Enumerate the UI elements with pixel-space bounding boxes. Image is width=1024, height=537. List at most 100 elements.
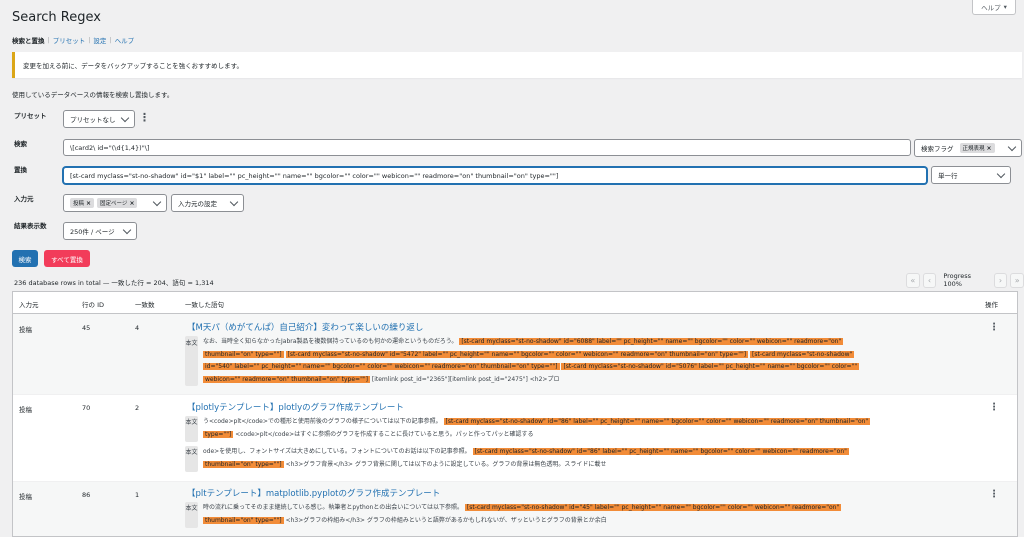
search-flags-select[interactable]: 検索フラグ 正規表現 × (914, 139, 1022, 157)
match-snippet: ode>を使用し、フォントサイズは大きめにしている。フォントについてのお話は以下… (203, 446, 983, 471)
row-match-count: 1 (135, 491, 140, 499)
match-highlight[interactable]: [st-card myclass="st-no-shadow" id="45" … (464, 504, 842, 511)
match-highlight[interactable]: thumbnail="on" type=""] (203, 460, 284, 468)
match-highlight[interactable]: [st-card myclass="st-no-shadow" id="86" … (443, 418, 871, 425)
row-id: 45 (82, 324, 91, 332)
context-text: <h3>グラフの枠組み</h3> グラフの枠組みというと語弊があるかもしれないが… (285, 516, 607, 524)
field-badge: 本文 (185, 446, 198, 472)
preset-value: プリセットなし (70, 116, 116, 124)
notice-text: 変更を加える前に、データをバックアップすることを強くおすすめします。 (23, 62, 243, 70)
match-highlight[interactable]: [st-card myclass="st-no-shadow" id="5076… (561, 363, 860, 370)
subnav-separator: | (109, 36, 112, 44)
row-actions-icon[interactable]: ⋮ (989, 322, 999, 333)
row-match-count: 2 (135, 404, 140, 412)
page-title: Search Regex (12, 10, 101, 25)
pagination: « ‹ Progress 100% › » (906, 272, 1024, 288)
match-highlight[interactable]: thumbnail="on" type=""] (203, 350, 284, 358)
row-source: 投稿 (19, 493, 32, 501)
subnav-search-replace[interactable]: 検索と置換 (12, 35, 45, 45)
chevron-down-icon (120, 113, 130, 123)
source-tag-posts[interactable]: 投稿 × (70, 198, 95, 208)
context-text: <h3>グラフ背景</h3> グラフ背景に関しては以下のように設定している。グラ… (285, 460, 607, 468)
source-select[interactable]: 投稿 × 固定ページ × (63, 194, 167, 212)
context-text: [itemlink post_id="2365"][itemlink post_… (371, 375, 560, 383)
help-tab[interactable]: ヘルプ ▾ (972, 0, 1016, 15)
last-page-icon[interactable]: » (1010, 272, 1024, 288)
search-input[interactable]: \[card2\ id="(\d{1,4})"\] (63, 139, 911, 156)
prev-page-icon[interactable]: ‹ (922, 272, 937, 288)
chevron-down-icon (1007, 142, 1017, 152)
preset-more-icon[interactable]: ⋮ (139, 111, 150, 124)
results-summary: 236 database rows in total — 一致した行 = 204… (14, 279, 214, 287)
table-header: 入力元 行の ID 一致数 一致した語句 操作 (13, 292, 1017, 314)
remove-icon[interactable]: × (129, 200, 134, 207)
row-actions-icon[interactable]: ⋮ (989, 489, 999, 500)
flag-tag-label: 正規表現 (962, 146, 985, 152)
flags-label: 検索フラグ (921, 145, 954, 153)
intro-text: 使用しているデータベースの情報を検索し置換します。 (12, 91, 174, 99)
header-matched-phrases: 一致した語句 (185, 301, 224, 309)
match-snippet: う<code>plt</code>での種形と使用前後のグラフの様子については以下… (203, 416, 983, 441)
source-settings-select[interactable]: 入力元の設定 (171, 194, 244, 212)
match-snippet: なお、当時全く知らなかったJabra製品を複数個持っているのも何かの運命というも… (203, 336, 983, 386)
context-text: う<code>plt</code>での種形と使用前後のグラフの様子については以下… (203, 418, 442, 425)
table-row: 投稿 70 2 【plotlyテンプレート】plotlyのグラフ作成テンプレート… (13, 395, 1017, 482)
chevron-down-icon (152, 197, 162, 207)
row-title-link[interactable]: 【M天パ（めがてんぱ）自己紹介】変わって楽しいの繰り返し (187, 321, 423, 333)
replace-mode-select[interactable]: 単一行 (931, 166, 1011, 184)
row-source: 投稿 (19, 406, 32, 414)
search-label: 検索 (14, 140, 27, 148)
replace-input[interactable]: [st-card myclass="st-no-shadow" id="$1" … (63, 167, 927, 184)
match-snippet: 時の流れに乗ってそのまま継続している感じ。執筆者とpythonとの出会いについて… (203, 502, 983, 527)
table-row: 投稿 45 4 【M天パ（めがてんぱ）自己紹介】変わって楽しいの繰り返し ⋮ 本… (13, 314, 1017, 395)
match-highlight[interactable]: [st-card myclass="st-no-shadow" id="86" … (472, 448, 849, 455)
source-label: 入力元 (14, 195, 34, 203)
row-source: 投稿 (19, 326, 32, 334)
context-text: 時の流れに乗ってそのまま継続している感じ。執筆者とpythonとの出会いについて… (203, 504, 463, 511)
results-per-page-select[interactable]: 250件 / ページ (63, 222, 137, 240)
results-label: 結果表示数 (14, 222, 47, 230)
source-tag-label: 投稿 (73, 201, 85, 207)
results-table: 入力元 行の ID 一致数 一致した語句 操作 投稿 45 4 【M天パ（めがて… (12, 291, 1018, 537)
replace-mode-value: 単一行 (938, 172, 958, 180)
field-badge: 本文 (185, 336, 198, 386)
match-highlight[interactable]: id="540" label="" pc_height="" name="" b… (203, 363, 560, 370)
source-tag-pages[interactable]: 固定ページ × (97, 198, 138, 208)
results-per-page-value: 250件 / ページ (70, 228, 115, 236)
match-highlight[interactable]: thumbnail="on" type=""] (203, 516, 284, 524)
backup-notice: 変更を加える前に、データをバックアップすることを強くおすすめします。 (12, 52, 1022, 78)
remove-icon[interactable]: × (86, 200, 91, 207)
subnav-presets[interactable]: プリセット (53, 35, 86, 45)
row-title-link[interactable]: 【plotlyテンプレート】plotlyのグラフ作成テンプレート (187, 401, 404, 413)
next-page-icon[interactable]: › (993, 272, 1008, 288)
header-match-count: 一致数 (135, 301, 155, 309)
preset-label: プリセット (14, 112, 47, 120)
first-page-icon[interactable]: « (906, 272, 920, 288)
row-title-link[interactable]: 【pltテンプレート】matplotlib.pyplotのグラフ作成テンプレート (187, 487, 440, 499)
replace-all-button[interactable]: すべて置換 (44, 250, 90, 267)
preset-select[interactable]: プリセットなし (63, 110, 135, 128)
match-highlight[interactable]: [st-card myclass="st-no-shadow" (750, 350, 855, 358)
header-actions: 操作 (985, 301, 998, 309)
field-badge: 本文 (185, 502, 198, 528)
header-row-id: 行の ID (82, 301, 104, 309)
row-actions-icon[interactable]: ⋮ (989, 402, 999, 413)
subnav-separator: | (47, 36, 50, 44)
row-id: 86 (82, 491, 91, 499)
chevron-down-icon (122, 225, 132, 235)
remove-icon[interactable]: × (987, 145, 992, 152)
match-highlight[interactable]: [st-card myclass="st-no-shadow" id="5472… (285, 350, 749, 358)
match-highlight[interactable]: type=""] (203, 430, 234, 438)
row-match-count: 4 (135, 324, 140, 332)
source-settings-label: 入力元の設定 (178, 200, 217, 208)
context-text: なお、当時全く知らなかったJabra製品を複数個持っているのも何かの運命というも… (203, 338, 458, 345)
match-highlight[interactable]: webicon="" readmore="on" thumbnail="on" … (203, 375, 370, 383)
match-highlight[interactable]: [st-card myclass="st-no-shadow" id="6088… (459, 338, 844, 345)
flag-tag-regex[interactable]: 正規表現 × (959, 143, 995, 153)
subnav-help[interactable]: ヘルプ (115, 35, 135, 45)
chevron-down-icon (996, 169, 1006, 179)
subnav-settings[interactable]: 設定 (93, 35, 106, 45)
search-button[interactable]: 検索 (12, 250, 38, 267)
chevron-down-icon (229, 197, 239, 207)
context-text: ode>を使用し、フォントサイズは大きめにしている。フォントについてのお話は以下… (203, 448, 471, 455)
